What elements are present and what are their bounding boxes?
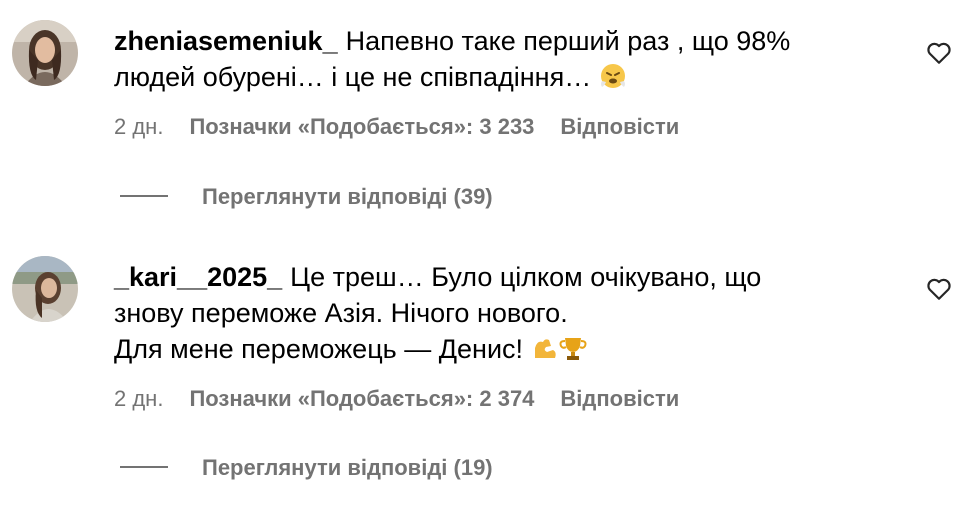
view-replies-button[interactable]: Переглянути відповіді (19) xyxy=(120,455,493,481)
divider-line xyxy=(120,466,168,469)
view-replies-label: Переглянути відповіді (39) xyxy=(202,184,493,209)
view-replies-button[interactable]: Переглянути відповіді (39) xyxy=(120,184,493,210)
comment-line: Це треш… Було цілком очікувано, що xyxy=(290,262,762,292)
avatar[interactable] xyxy=(12,256,78,322)
comment-username[interactable]: zheniasemeniuk_ xyxy=(114,26,338,56)
steam-face-emoji xyxy=(599,62,627,99)
comment-meta: 2 дн. Позначки «Подобається»: 2 374 Відпов… xyxy=(114,386,679,412)
comment-meta: 2 дн. Позначки «Подобається»: 3 233 Відпов… xyxy=(114,114,679,140)
divider-line xyxy=(120,195,168,198)
comment-line: знову переможе Азія. Нічого нового. xyxy=(114,298,568,328)
comment-body: _kari__2025_ Це треш… Було цілком очікува… xyxy=(114,259,874,371)
comment-text: _kari__2025_ Це треш… Було цілком очікува… xyxy=(114,259,874,371)
heart-outline-icon[interactable] xyxy=(926,277,952,301)
comment-username[interactable]: _kari__2025_ xyxy=(114,262,282,292)
muscle-trophy-emoji xyxy=(531,334,587,371)
like-count[interactable]: Позначки «Подобається»: 3 233 xyxy=(189,114,534,139)
avatar[interactable] xyxy=(12,20,78,86)
heart-outline-icon[interactable] xyxy=(926,41,952,65)
comment-line: Напевно таке перший раз , що 98% xyxy=(345,26,791,56)
reply-button[interactable]: Відповісти xyxy=(560,386,679,411)
comment-text: zheniasemeniuk_ Напевно таке перший раз ,… xyxy=(114,23,874,99)
comment-time[interactable]: 2 дн. xyxy=(114,114,163,139)
comment-time[interactable]: 2 дн. xyxy=(114,386,163,411)
comment-line: Для мене переможець — Денис! xyxy=(114,334,524,364)
comment-line: людей обурені… і це не співпадіння… xyxy=(114,62,592,92)
comment-body: zheniasemeniuk_ Напевно таке перший раз ,… xyxy=(114,23,874,99)
reply-button[interactable]: Відповісти xyxy=(560,114,679,139)
like-count[interactable]: Позначки «Подобається»: 2 374 xyxy=(189,386,534,411)
view-replies-label: Переглянути відповіді (19) xyxy=(202,455,493,480)
